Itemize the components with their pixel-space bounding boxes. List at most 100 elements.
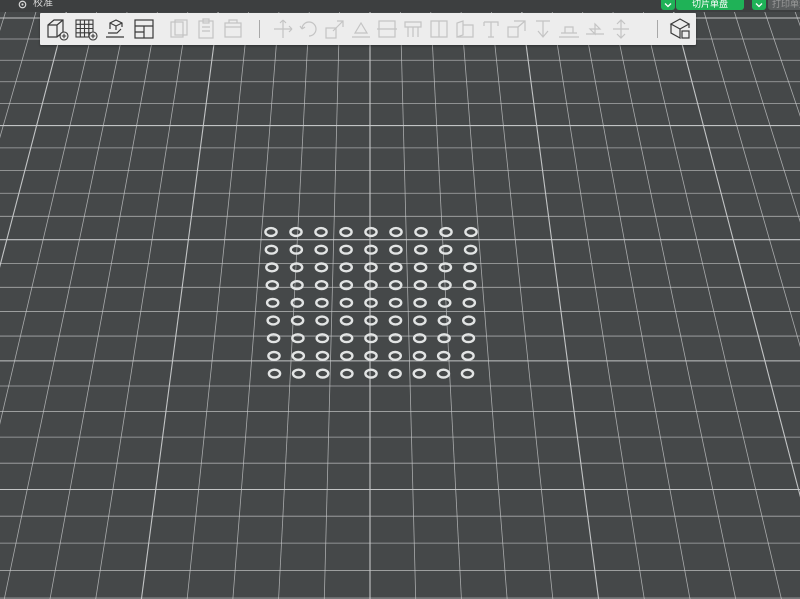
calibration-ring[interactable]: [339, 350, 354, 362]
calibration-ring[interactable]: [290, 297, 305, 308]
calibration-ring[interactable]: [340, 368, 354, 379]
split-button[interactable]: [530, 16, 556, 42]
calibration-ring[interactable]: [339, 297, 354, 308]
calibration-ring[interactable]: [315, 333, 330, 344]
flatten-button[interactable]: [608, 16, 634, 42]
calibration-ring[interactable]: [414, 226, 428, 238]
calibration-ring[interactable]: [413, 262, 428, 273]
calibration-ring[interactable]: [267, 350, 281, 362]
print-dropdown-button[interactable]: [752, 0, 766, 10]
calibration-ring[interactable]: [339, 315, 354, 326]
calibration-ring[interactable]: [436, 368, 451, 379]
calibration-ring[interactable]: [413, 297, 427, 308]
calibration-ring[interactable]: [265, 280, 280, 291]
measure-button[interactable]: [452, 16, 478, 42]
calibration-ring[interactable]: [461, 333, 476, 344]
calibration-ring[interactable]: [290, 315, 305, 326]
calibration-ring[interactable]: [436, 350, 451, 362]
add-plate-button[interactable]: [73, 16, 99, 42]
calibration-ring[interactable]: [291, 333, 305, 344]
calibration-ring[interactable]: [266, 315, 281, 326]
calibration-ring[interactable]: [413, 244, 428, 255]
calibration-ring[interactable]: [265, 297, 280, 308]
calibration-ring[interactable]: [412, 368, 427, 379]
calibration-ring[interactable]: [464, 226, 478, 238]
calibration-ring[interactable]: [364, 244, 378, 255]
calibration-ring[interactable]: [364, 297, 378, 308]
calibration-ring[interactable]: [438, 244, 453, 255]
calibration-ring[interactable]: [461, 350, 475, 362]
calibration-ring[interactable]: [315, 368, 330, 379]
calibration-ring[interactable]: [413, 315, 427, 326]
calibration-ring[interactable]: [264, 244, 279, 255]
calibration-ring[interactable]: [388, 315, 403, 326]
calibration-ring[interactable]: [339, 226, 353, 238]
3d-viewport[interactable]: [0, 0, 800, 599]
support-paint-button[interactable]: [400, 16, 426, 42]
calibration-ring[interactable]: [388, 280, 403, 291]
calibration-ring[interactable]: [388, 262, 403, 273]
calibration-ring[interactable]: [315, 315, 329, 326]
tab-calibrate[interactable]: 校准: [18, 0, 53, 10]
lay-on-face-button[interactable]: [348, 16, 374, 42]
calibration-ring[interactable]: [315, 297, 329, 308]
calibration-ring[interactable]: [412, 333, 427, 344]
calibration-ring[interactable]: [364, 368, 378, 379]
calibration-ring[interactable]: [364, 280, 378, 291]
calibration-ring[interactable]: [364, 226, 378, 238]
rotate-button[interactable]: [296, 16, 322, 42]
plate-layout-button[interactable]: [131, 16, 157, 42]
calibration-ring[interactable]: [339, 280, 354, 291]
calibration-ring[interactable]: [291, 368, 306, 379]
seam-paint-button[interactable]: [426, 16, 452, 42]
calibration-ring[interactable]: [364, 262, 378, 273]
calibration-ring[interactable]: [462, 297, 477, 308]
scale-button[interactable]: [322, 16, 348, 42]
calibration-ring[interactable]: [388, 297, 403, 308]
calibration-ring[interactable]: [437, 297, 452, 308]
slice-dropdown-button[interactable]: [661, 0, 675, 10]
calibration-ring[interactable]: [364, 315, 378, 326]
auto-arrange-button[interactable]: [102, 16, 128, 42]
add-model-button[interactable]: [44, 16, 70, 42]
calibration-ring[interactable]: [314, 280, 329, 291]
paste-button[interactable]: [193, 16, 219, 42]
calibration-ring[interactable]: [291, 350, 306, 362]
copy-button[interactable]: [166, 16, 192, 42]
delete-button[interactable]: [220, 16, 246, 42]
move-button[interactable]: [270, 16, 296, 42]
calibration-ring[interactable]: [264, 226, 278, 238]
calibration-ring[interactable]: [437, 315, 452, 326]
slice-plate-button[interactable]: 切片单盘: [676, 0, 744, 10]
calibration-ring[interactable]: [265, 262, 279, 273]
calibration-ring[interactable]: [460, 368, 475, 379]
calibration-ring[interactable]: [388, 333, 403, 344]
calibration-ring[interactable]: [266, 333, 281, 344]
calibration-ring[interactable]: [364, 333, 378, 344]
calibration-ring[interactable]: [339, 244, 353, 255]
calibration-ring[interactable]: [364, 350, 378, 362]
assembly-button[interactable]: [504, 16, 530, 42]
calibration-ring[interactable]: [413, 280, 428, 291]
calibration-ring[interactable]: [267, 368, 282, 379]
calibration-ring[interactable]: [462, 280, 477, 291]
calibration-ring[interactable]: [339, 333, 354, 344]
mirror-button[interactable]: [582, 16, 608, 42]
calibration-ring[interactable]: [315, 350, 330, 362]
calibration-ring[interactable]: [314, 262, 329, 273]
calibration-ring[interactable]: [290, 280, 304, 291]
print-plate-button[interactable]: 打印单盘: [768, 0, 800, 10]
calibration-ring[interactable]: [388, 350, 403, 362]
calibration-ring[interactable]: [438, 262, 453, 273]
calibration-ring[interactable]: [314, 244, 329, 255]
calibration-ring[interactable]: [463, 244, 478, 255]
calibration-ring[interactable]: [412, 350, 427, 362]
assembly-view-button[interactable]: [667, 16, 693, 42]
calibration-ring[interactable]: [289, 226, 303, 238]
calibration-ring[interactable]: [389, 226, 403, 238]
calibration-ring[interactable]: [463, 262, 477, 273]
calibration-ring[interactable]: [314, 226, 328, 238]
calibration-ring[interactable]: [389, 244, 403, 255]
cut-button[interactable]: [374, 16, 400, 42]
brim-button[interactable]: [556, 16, 582, 42]
